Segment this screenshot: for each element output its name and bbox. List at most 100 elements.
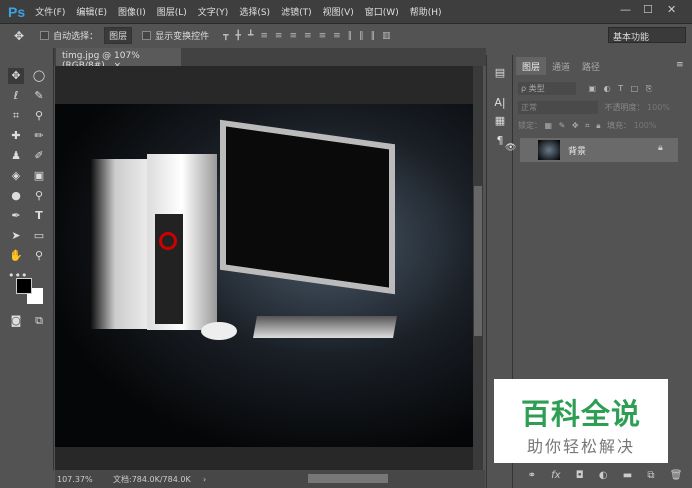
distribute-hcenter-icon[interactable]: ‖ (359, 31, 364, 41)
lasso-tool-icon[interactable]: ℓ (8, 88, 24, 104)
delete-layer-icon[interactable]: 🗑︎ (670, 470, 683, 481)
healing-brush-icon[interactable]: ✚ (8, 128, 24, 144)
menu-type[interactable]: 文字(Y) (198, 5, 229, 18)
distribute-top-icon[interactable]: ≡ (304, 31, 312, 41)
tab-channels[interactable]: 通道 (546, 57, 576, 75)
brush-tool-icon[interactable]: ✏ (31, 128, 47, 144)
align-hcenter-icon[interactable]: ≡ (275, 31, 283, 41)
close-button[interactable]: ✕ (667, 3, 676, 16)
path-select-icon[interactable]: ➤ (8, 228, 24, 244)
opacity-field[interactable]: 100% (647, 103, 670, 112)
distribute-vcenter-icon[interactable]: ≡ (319, 31, 327, 41)
quick-select-icon[interactable]: ✎ (31, 88, 47, 104)
menu-filter[interactable]: 滤镜(T) (281, 5, 312, 18)
filter-shape-icon[interactable]: □ (631, 84, 639, 93)
lock-pixels-icon[interactable]: ✎ (559, 121, 566, 130)
menu-help[interactable]: 帮助(H) (410, 5, 442, 18)
gradient-icon[interactable]: ▣ (31, 168, 47, 184)
menu-window[interactable]: 窗口(W) (365, 5, 399, 18)
align-left-icon[interactable]: ≡ (260, 31, 268, 41)
dodge-icon[interactable]: ⚲ (31, 188, 47, 204)
distribute-right-icon[interactable]: ‖ (371, 31, 376, 41)
auto-align-icon[interactable]: ▥ (382, 31, 391, 41)
layer-style-fx-icon[interactable]: fx (551, 470, 560, 481)
auto-select-dropdown[interactable]: 图层 (104, 27, 133, 44)
pc-tower (147, 154, 217, 330)
panel-menu-icon[interactable]: ≡ (676, 60, 684, 70)
tools-panel: ✥ ◯ ℓ ✎ ⌗ ⚲ ✚ ✏ ♟ ✐ ◈ ▣ ● ⚲ ✒ T ➤ ▭ ✋ ⚲ … (0, 48, 54, 470)
mouse (201, 322, 237, 340)
lock-artboard-icon[interactable]: ⌗ (585, 121, 590, 130)
screen-mode-icon[interactable]: ⧉ (31, 313, 47, 329)
type-tool-icon[interactable]: T (31, 208, 47, 224)
blur-icon[interactable]: ● (8, 188, 24, 204)
distribute-left-icon[interactable]: ‖ (348, 31, 353, 41)
paragraph-styles-icon[interactable]: ▦ (492, 113, 508, 129)
layer-row-background[interactable]: 👁︎ 背景 🔒︎ (505, 138, 678, 162)
show-transform-checkbox[interactable] (142, 31, 152, 40)
document-info: 文档:784.0K/784.0K (113, 474, 191, 484)
filter-pixel-icon[interactable]: ▣ (589, 84, 597, 93)
move-tool-icon[interactable]: ✥ (8, 68, 24, 84)
tab-paths[interactable]: 路径 (576, 57, 606, 75)
zoom-level[interactable]: 107.37% (57, 475, 113, 484)
quick-mask-icon[interactable]: ◙ (8, 313, 24, 329)
tab-layers[interactable]: 图层 (516, 57, 547, 75)
lock-transparent-icon[interactable]: ▦ (545, 121, 553, 130)
watermark-baike: 百科全说 助你轻松解决 (494, 379, 668, 463)
history-brush-icon[interactable]: ✐ (31, 148, 47, 164)
align-vcenter-icon[interactable]: ╋ (236, 31, 241, 41)
adjustment-layer-icon[interactable]: ◐ (599, 470, 608, 481)
menu-select[interactable]: 选择(S) (239, 5, 270, 18)
pen-tool-icon[interactable]: ✒ (8, 208, 24, 224)
crop-tool-icon[interactable]: ⌗ (8, 108, 24, 124)
marquee-tool-icon[interactable]: ◯ (31, 68, 47, 84)
status-menu-arrow-icon[interactable]: › (203, 475, 206, 484)
menu-view[interactable]: 视图(V) (323, 5, 354, 18)
maximize-button[interactable]: ☐ (643, 3, 653, 16)
layer-name: 背景 (568, 147, 587, 157)
character-panel-icon[interactable]: A| (492, 95, 508, 111)
horizontal-scrollbar[interactable] (308, 474, 388, 483)
hand-tool-icon[interactable]: ✋ (8, 248, 24, 264)
filter-smart-object-icon[interactable]: ⎘ (646, 84, 652, 93)
menu-layer[interactable]: 图层(L) (157, 5, 187, 18)
blend-mode-dropdown[interactable]: 正常 (518, 101, 598, 114)
filter-adjustment-icon[interactable]: ◐ (604, 84, 611, 93)
menu-edit[interactable]: 编辑(E) (76, 5, 107, 18)
clone-stamp-icon[interactable]: ♟ (8, 148, 24, 164)
minimize-button[interactable]: — (620, 3, 631, 16)
lock-all-icon[interactable]: 🔒︎ (596, 121, 600, 130)
fill-field[interactable]: 100% (634, 121, 657, 130)
filter-kind-dropdown[interactable]: ρ 类型 (518, 82, 576, 95)
menu-image[interactable]: 图像(I) (118, 5, 146, 18)
link-layers-icon[interactable]: ⚭ (528, 470, 536, 481)
move-tool-icon[interactable]: ✥ (14, 29, 24, 43)
align-bottom-icon[interactable]: ┻ (248, 31, 253, 41)
menu-file[interactable]: 文件(F) (35, 5, 65, 18)
filter-type-icon[interactable]: T (618, 84, 623, 93)
layers-panel-footer: ⚭ fx ◘ ◐ ▬ ⧉ 🗑︎ (520, 466, 690, 484)
zoom-tool-icon[interactable]: ⚲ (31, 248, 47, 264)
new-group-icon[interactable]: ▬ (623, 470, 632, 481)
document-tab[interactable]: timg.jpg @ 107%(RGB/8#) × (56, 48, 181, 71)
distribute-bottom-icon[interactable]: ≡ (333, 31, 341, 41)
vertical-scrollbar[interactable] (473, 66, 483, 470)
align-right-icon[interactable]: ≡ (289, 31, 297, 41)
watermark-title: 百科全说 (520, 397, 641, 431)
foreground-color-swatch[interactable] (16, 278, 32, 294)
keyboard (253, 316, 397, 338)
auto-select-checkbox[interactable] (40, 31, 50, 40)
lock-position-icon[interactable]: ✥ (572, 121, 579, 130)
canvas-image-computer[interactable] (55, 104, 473, 447)
visibility-eye-icon[interactable]: 👁︎ (505, 143, 516, 153)
new-layer-icon[interactable]: ⧉ (647, 470, 654, 481)
workspace-dropdown[interactable]: 基本功能 (608, 27, 686, 43)
add-mask-icon[interactable]: ◘ (576, 470, 584, 481)
history-panel-icon[interactable]: ▤ (492, 65, 508, 81)
align-top-icon[interactable]: ┳ (223, 31, 228, 41)
eraser-icon[interactable]: ◈ (8, 168, 24, 184)
rectangle-tool-icon[interactable]: ▭ (31, 228, 47, 244)
eyedropper-icon[interactable]: ⚲ (31, 108, 47, 124)
layer-lock-icon: 🔒︎ (658, 143, 663, 153)
